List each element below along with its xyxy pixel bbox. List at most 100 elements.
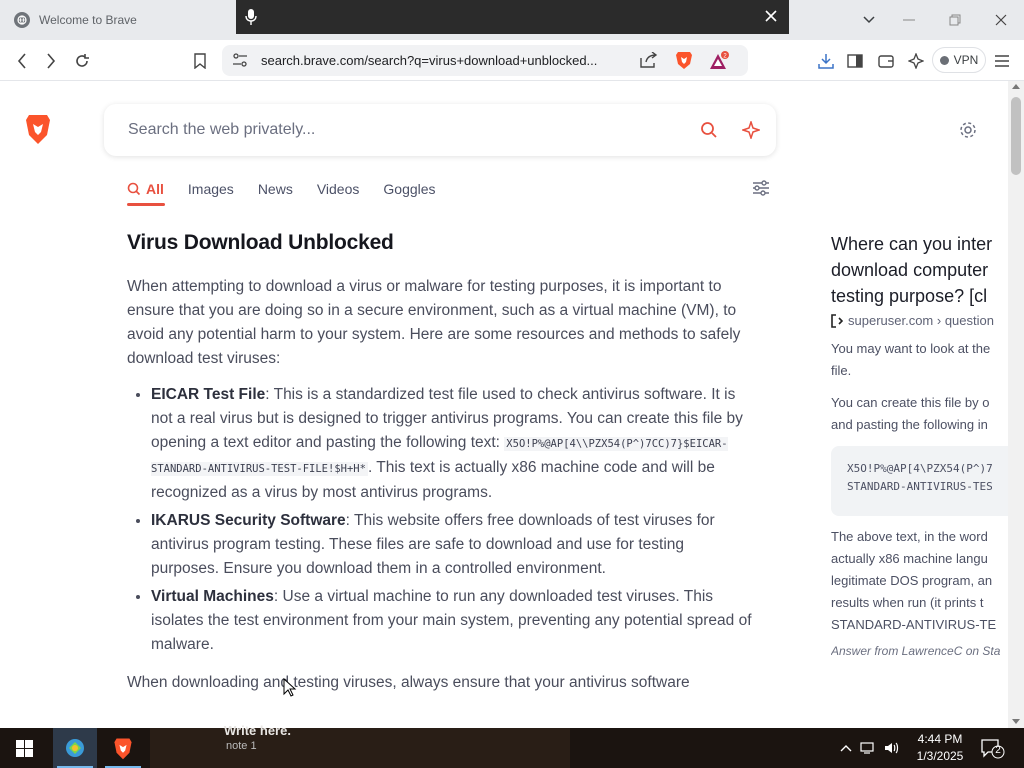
answer-line: You can create this file by o (831, 395, 990, 410)
brave-logo-icon (114, 738, 132, 759)
minimize-button[interactable] (886, 0, 932, 40)
start-button[interactable] (0, 728, 48, 768)
globe-icon (14, 12, 30, 28)
tab-all[interactable]: All (127, 179, 164, 199)
page-scrollbar[interactable] (1008, 81, 1024, 728)
tab-images[interactable]: Images (188, 179, 234, 199)
filter-sliders-icon[interactable] (752, 180, 770, 196)
close-icon[interactable] (763, 8, 779, 24)
list-item: IKARUS Security Software: This website o… (151, 509, 752, 581)
main-menu-button[interactable] (989, 48, 1015, 74)
scroll-up-arrow[interactable] (1012, 84, 1020, 89)
leo-sparkle-icon[interactable] (742, 121, 760, 139)
notification-icon (981, 739, 1005, 759)
clock-time: 4:44 PM (917, 732, 963, 746)
tab-title: Welcome to Brave (39, 13, 137, 27)
share-icon[interactable] (640, 52, 658, 68)
hamburger-menu-icon (995, 55, 1009, 67)
search-input[interactable]: Search the web privately... (128, 121, 315, 139)
question-title-line[interactable]: download computer (831, 257, 1008, 283)
ai-summary: Virus Download Unblocked When attempting… (127, 231, 752, 695)
notification-center-button[interactable]: 2 (980, 738, 1010, 760)
answer-line: file. (831, 363, 852, 378)
summary-outro: When downloading and testing viruses, al… (127, 674, 690, 691)
answer-line: actually x86 machine langu (831, 551, 988, 566)
microphone-icon[interactable] (244, 8, 258, 26)
sidebar-button[interactable] (842, 48, 868, 74)
taskbar-clock[interactable]: 4:44 PM 1/3/2025 (912, 731, 968, 765)
downloads-button[interactable] (813, 48, 839, 74)
tab-videos[interactable]: Videos (317, 179, 360, 199)
download-icon (818, 54, 834, 69)
reload-button[interactable] (69, 48, 95, 74)
answer-line: and pasting the following in (831, 417, 988, 432)
answer-paragraph: You can create this file by o and pastin… (831, 392, 1008, 436)
browser-toolbar: search.brave.com/search?q=virus+download… (0, 40, 1024, 81)
wallet-icon (878, 55, 894, 68)
list-item-term: Virtual Machines (151, 588, 274, 605)
question-title-line[interactable]: Where can you inter (831, 231, 1008, 257)
address-bar[interactable]: search.brave.com/search?q=virus+download… (222, 45, 748, 76)
tab-news[interactable]: News (258, 179, 293, 199)
search-results-page: Search the web privately... All Images N… (0, 81, 1008, 728)
taskbar-app-brave[interactable] (101, 728, 145, 768)
search-icon[interactable] (700, 121, 718, 139)
answer-credit: Answer from LawrenceC on Sta (831, 644, 1001, 658)
brave-logo-icon[interactable] (24, 113, 52, 145)
summary-title: Virus Download Unblocked (127, 231, 394, 254)
minimize-icon (903, 19, 915, 21)
brave-rewards-icon[interactable]: 2 (709, 51, 731, 71)
list-item: EICAR Test File: This is a standardized … (151, 383, 752, 505)
back-button[interactable] (9, 48, 35, 74)
source-link[interactable]: superuser.com › question (831, 313, 1008, 328)
result-type-tabs: All Images News Videos Goggles (127, 179, 460, 207)
taskbar-app-explorer[interactable] (53, 728, 97, 768)
notification-count: 2 (995, 745, 1001, 756)
search-icon (127, 182, 141, 196)
answer-line: STANDARD-ANTIVIRUS-TE (831, 617, 997, 632)
vpn-button[interactable]: VPN (932, 47, 986, 73)
background-window-title: Write here. (224, 723, 291, 738)
summary-intro: When attempting to download a virus or m… (127, 278, 741, 367)
tab-goggles[interactable]: Goggles (383, 179, 435, 199)
scroll-down-arrow[interactable] (1012, 719, 1020, 724)
code-line: X5O!P%@AP[4\PZX54(P^)7 (847, 462, 993, 475)
close-window-button[interactable] (978, 0, 1024, 40)
brave-shields-icon[interactable] (675, 50, 693, 70)
answer-line: You may want to look at the (831, 341, 991, 356)
scrollbar-thumb[interactable] (1011, 97, 1021, 175)
wallet-button[interactable] (873, 48, 899, 74)
leo-ai-button[interactable] (903, 48, 929, 74)
qa-side-panel: Where can you inter download computer te… (831, 231, 1008, 658)
superuser-icon (831, 313, 843, 328)
code-line: STANDARD-ANTIVIRUS-TES (847, 480, 993, 493)
clock-date: 1/3/2025 (916, 749, 964, 763)
site-settings-icon[interactable] (232, 53, 248, 67)
vpn-status-icon (939, 55, 949, 65)
list-item-term: IKARUS Security Software (151, 512, 346, 529)
active-tab-indicator (127, 203, 165, 206)
search-box[interactable]: Search the web privately... (104, 104, 776, 156)
gear-icon[interactable] (959, 121, 977, 139)
arrow-right-icon (47, 53, 56, 69)
mouse-cursor-icon (283, 678, 297, 697)
volume-icon[interactable] (884, 741, 900, 755)
sparkle-icon (908, 53, 924, 69)
title-bar: Welcome to Brave (0, 0, 1024, 40)
bookmark-button[interactable] (187, 48, 213, 74)
bookmark-icon (194, 53, 206, 69)
forward-button[interactable] (38, 48, 64, 74)
close-icon (995, 14, 1007, 26)
source-text: superuser.com › question (848, 313, 994, 328)
browser-tab[interactable]: Welcome to Brave (0, 0, 236, 40)
network-icon[interactable] (860, 741, 876, 755)
sidebar-icon (847, 54, 863, 68)
summary-list: EICAR Test File: This is a standardized … (127, 383, 752, 657)
chevron-up-icon[interactable] (840, 744, 852, 752)
restore-button[interactable] (932, 0, 978, 40)
question-title-line[interactable]: testing purpose? [cl (831, 283, 1008, 309)
reload-icon (76, 54, 89, 67)
voice-input-bar (236, 0, 789, 34)
arrow-left-icon (17, 53, 26, 69)
url-text: search.brave.com/search?q=virus+download… (261, 53, 598, 68)
